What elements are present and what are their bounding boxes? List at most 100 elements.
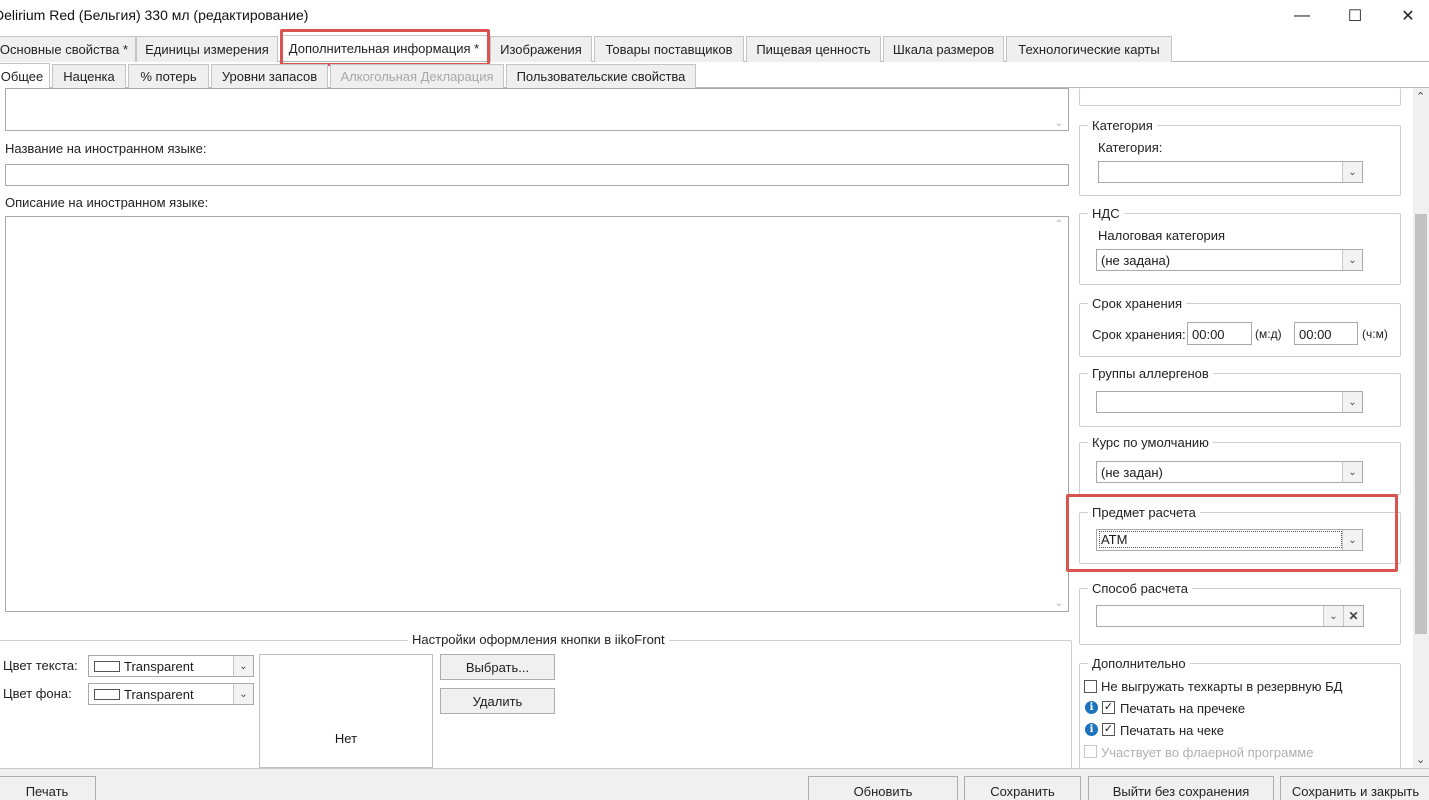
foreign-desc-textarea[interactable]: ⌃ ⌄ — [5, 216, 1069, 612]
shelf-life-hours-input[interactable]: 00:00 — [1294, 322, 1358, 345]
tax-category-value: (не задана) — [1101, 253, 1171, 268]
payment-method-select[interactable]: ⌄ ✕ — [1096, 605, 1364, 627]
chevron-down-icon[interactable]: ⌄ — [1342, 162, 1362, 182]
subtab-custom-properties[interactable]: Пользовательские свойства — [506, 64, 696, 88]
maximize-button[interactable]: ☐ — [1332, 0, 1378, 32]
tab-additional-info[interactable]: Дополнительная информация * — [280, 35, 488, 61]
description-textarea[interactable]: ⌄ — [5, 88, 1069, 131]
title-bar: Delirium Red (Бельгия) 330 мл (редактиро… — [0, 0, 1429, 32]
tab-main-properties[interactable]: Основные свойства * — [0, 36, 136, 62]
payment-subject-group-title: Предмет расчета — [1088, 505, 1200, 520]
clear-icon[interactable]: ✕ — [1343, 606, 1363, 626]
text-color-swatch — [94, 661, 120, 672]
info-icon[interactable]: i — [1085, 701, 1098, 714]
info-icon[interactable]: i — [1085, 723, 1098, 736]
foreign-desc-scrollbar[interactable]: ⌃ ⌄ — [1051, 219, 1067, 609]
chevron-down-icon[interactable]: ⌄ — [1342, 250, 1362, 270]
subtab-alcohol-declaration: Алкогольная Декларация — [330, 64, 504, 88]
chevron-down-icon[interactable]: ⌄ — [1342, 392, 1362, 412]
no-export-techcards-checkbox[interactable] — [1084, 680, 1097, 693]
button-settings-title: Настройки оформления кнопки в iikoFront — [408, 632, 669, 647]
subtab-losses[interactable]: % потерь — [128, 64, 209, 88]
chevron-down-icon: ⌄ — [1054, 598, 1064, 609]
chevron-down-icon[interactable]: ⌄ — [1342, 530, 1362, 550]
right-panel-scrollbar[interactable]: ⌃ ⌄ — [1413, 88, 1429, 768]
print-receipt-label: Печатать на чеке — [1120, 723, 1225, 738]
text-color-value: Transparent — [124, 659, 194, 674]
exit-without-saving-button[interactable]: Выйти без сохранения — [1088, 776, 1274, 800]
button-preview-text: Нет — [334, 731, 358, 746]
category-group-title: Категория — [1088, 118, 1157, 133]
window-title: Delirium Red (Бельгия) 330 мл (редактиро… — [0, 7, 309, 23]
flyer-program-checkbox — [1084, 745, 1097, 758]
text-color-label: Цвет текста: — [3, 658, 78, 673]
default-rate-select[interactable]: (не задан) ⌄ — [1096, 461, 1363, 483]
no-export-techcards-label: Не выгружать техкарты в резервную БД — [1101, 679, 1343, 694]
chevron-up-icon: ⌃ — [1416, 91, 1426, 103]
bg-color-select[interactable]: Transparent ⌄ — [88, 683, 254, 705]
main-tab-strip: Основные свойства * Единицы измерения До… — [0, 35, 1429, 62]
print-precheck-label: Печатать на пречеке — [1120, 701, 1246, 716]
tab-size-scale[interactable]: Шкала размеров — [883, 36, 1004, 62]
allergens-select[interactable]: ⌄ — [1096, 391, 1363, 413]
delete-button[interactable]: Удалить — [440, 688, 555, 714]
tax-category-label: Налоговая категория — [1098, 228, 1226, 243]
subtab-general[interactable]: Общее — [0, 63, 50, 88]
shelf-life-group-title: Срок хранения — [1088, 296, 1186, 311]
chevron-down-icon: ⌄ — [1416, 754, 1426, 766]
top-group-remnant — [1079, 88, 1401, 106]
tab-units[interactable]: Единицы измерения — [136, 36, 278, 62]
scrollbar-thumb[interactable] — [1415, 214, 1427, 634]
print-button[interactable]: Печать — [0, 776, 96, 800]
foreign-name-label: Название на иностранном языке: — [5, 141, 207, 156]
close-button[interactable]: ✕ — [1385, 0, 1429, 32]
shelf-life-label: Срок хранения: — [1092, 327, 1186, 342]
tab-nutrition[interactable]: Пищевая ценность — [746, 36, 881, 62]
shelf-life-days-input[interactable]: 00:00 — [1187, 322, 1252, 345]
additional-group-title: Дополнительно — [1088, 656, 1190, 671]
bg-color-label: Цвет фона: — [3, 686, 72, 701]
foreign-name-input[interactable] — [5, 164, 1069, 186]
shelf-life-days-value: 00:00 — [1192, 327, 1225, 342]
close-icon: ✕ — [1401, 8, 1415, 25]
flyer-program-label: Участвует во флаерной программе — [1101, 745, 1314, 760]
subtab-markup[interactable]: Наценка — [52, 64, 126, 88]
payment-subject-select[interactable]: АТМ ⌄ — [1096, 529, 1363, 551]
bg-color-swatch — [94, 689, 120, 700]
bg-color-value: Transparent — [124, 687, 194, 702]
minimize-button[interactable]: — — [1279, 0, 1325, 32]
shelf-life-unit-md: (м:д) — [1255, 327, 1282, 341]
minimize-icon: — — [1294, 7, 1310, 24]
sub-tab-strip: Общее Наценка % потерь Уровни запасов Ал… — [0, 63, 1429, 88]
chevron-down-icon[interactable]: ⌄ — [1323, 606, 1343, 626]
allergens-group-title: Группы аллергенов — [1088, 366, 1213, 381]
category-select[interactable]: ⌄ — [1098, 161, 1363, 183]
payment-subject-value: АТМ — [1099, 531, 1342, 548]
description-scrollbar[interactable]: ⌄ — [1051, 91, 1067, 129]
save-button[interactable]: Сохранить — [964, 776, 1081, 800]
print-receipt-checkbox[interactable]: ✓ — [1102, 723, 1115, 736]
category-label: Категория: — [1098, 140, 1163, 155]
chevron-down-icon[interactable]: ⌄ — [1342, 462, 1362, 482]
refresh-button[interactable]: Обновить — [808, 776, 958, 800]
save-and-close-button[interactable]: Сохранить и закрыть — [1280, 776, 1429, 800]
tab-tech-cards[interactable]: Технологические карты — [1006, 36, 1172, 62]
choose-button[interactable]: Выбрать... — [440, 654, 555, 680]
maximize-icon: ☐ — [1347, 8, 1363, 25]
tax-category-select[interactable]: (не задана) ⌄ — [1096, 249, 1363, 271]
button-preview: Нет — [259, 654, 433, 768]
vat-group-title: НДС — [1088, 206, 1124, 221]
chevron-down-icon: ⌄ — [1054, 118, 1064, 129]
foreign-desc-label: Описание на иностранном языке: — [5, 195, 209, 210]
shelf-life-unit-hm: (ч:м) — [1362, 327, 1388, 341]
default-rate-value: (не задан) — [1101, 465, 1163, 480]
chevron-down-icon[interactable]: ⌄ — [233, 656, 253, 676]
chevron-up-icon: ⌃ — [1054, 219, 1064, 230]
subtab-stock-levels[interactable]: Уровни запасов — [211, 64, 328, 88]
shelf-life-hours-value: 00:00 — [1299, 327, 1332, 342]
chevron-down-icon[interactable]: ⌄ — [233, 684, 253, 704]
tab-supplier-goods[interactable]: Товары поставщиков — [594, 36, 744, 62]
text-color-select[interactable]: Transparent ⌄ — [88, 655, 254, 677]
tab-images[interactable]: Изображения — [490, 36, 592, 62]
print-precheck-checkbox[interactable]: ✓ — [1102, 701, 1115, 714]
